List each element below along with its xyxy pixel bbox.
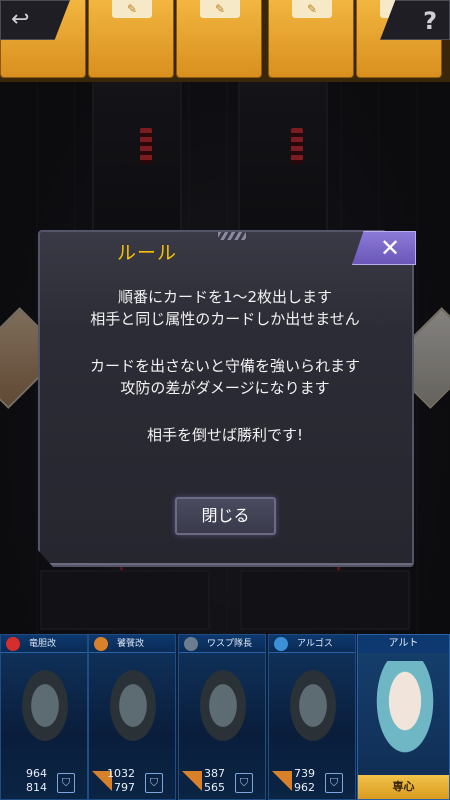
leader-card[interactable]: アルト 専心 [357, 634, 450, 800]
card-emblem-icon: ✎ [112, 0, 152, 18]
gear-attribute-icon [184, 637, 198, 651]
rule-line: 相手を倒せば勝利です! [146, 426, 303, 444]
attack-badge-icon [272, 771, 292, 791]
defense-value: 565 [204, 781, 225, 794]
unit-card[interactable]: 竜胆改 964 814 ⛉ [0, 634, 88, 800]
attack-badge-icon [182, 771, 202, 791]
rule-line: 相手と同じ属性のカードしか出せません [90, 310, 360, 328]
leader-portrait [372, 661, 438, 761]
card-emblem-icon: ✎ [200, 0, 240, 18]
mech-portrait [101, 665, 165, 755]
mech-portrait [281, 665, 345, 755]
water-attribute-icon [274, 637, 288, 651]
close-icon: ✕ [379, 234, 401, 262]
close-dialog-button[interactable]: 閉じる [175, 497, 276, 535]
opponent-card-strip: ✎ ✎ ✎ ✎ ✎ [0, 0, 450, 82]
unit-stats: 387 565 ⛉ [179, 767, 265, 799]
leader-name: アルト [358, 635, 449, 653]
unit-stats: 1032 797 ⛉ [89, 767, 175, 799]
shield-icon: ⛉ [235, 773, 253, 793]
unit-card[interactable]: アルゴス 739 962 ⛉ [268, 634, 356, 800]
question-icon: ? [423, 7, 437, 35]
shield-icon: ⛉ [57, 773, 75, 793]
shield-icon: ⛉ [145, 773, 163, 793]
title-decoration [218, 232, 246, 240]
defense-value: 962 [294, 781, 315, 794]
fire-attribute-icon [6, 637, 20, 651]
dialog-title: ルール [117, 242, 178, 264]
attack-value: 739 [294, 767, 315, 780]
attack-value: 387 [204, 767, 225, 780]
defense-value: 814 [26, 781, 47, 794]
attack-value: 964 [26, 767, 47, 780]
opponent-card: ✎ [268, 0, 354, 78]
opponent-card: ✎ [88, 0, 174, 78]
unit-card[interactable]: 饕餮改 1032 797 ⛉ [88, 634, 176, 800]
mech-portrait [13, 665, 77, 755]
back-arrow-icon: ↩ [11, 7, 30, 32]
rule-line: 順番にカードを1〜2枚出します [117, 288, 333, 306]
defense-value: 797 [114, 781, 135, 794]
mech-portrait [191, 665, 255, 755]
unit-card[interactable]: ワスプ隊長 387 565 ⛉ [178, 634, 266, 800]
attack-value: 1032 [107, 767, 135, 780]
unit-stats: 964 814 ⛉ [1, 767, 87, 799]
sun-attribute-icon [94, 637, 108, 651]
card-emblem-icon: ✎ [292, 0, 332, 18]
unit-stats: 739 962 ⛉ [269, 767, 355, 799]
leader-status-badge: 専心 [358, 775, 449, 799]
rule-line: 攻防の差がダメージになります [120, 379, 330, 397]
rule-line: カードを出さないと守備を強いられます [89, 357, 360, 375]
shield-icon: ⛉ [325, 773, 343, 793]
opponent-card: ✎ [176, 0, 262, 78]
